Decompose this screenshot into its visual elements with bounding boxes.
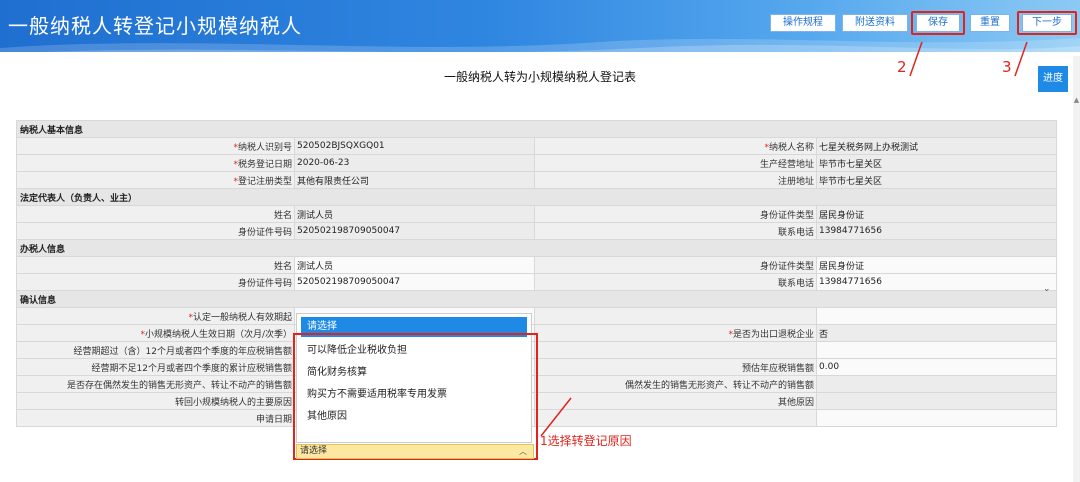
est-sales-label: 预估年应税销售额 [534,358,817,376]
attachments-button[interactable]: 附送资料 [842,14,908,32]
page-title: 一般纳税人转登记小规模纳税人 [8,14,302,38]
reset-button[interactable]: 重置 [970,14,1010,32]
reason-label: 转回小规模纳税人的主要原因 [16,392,295,410]
taxpayer-name-value: 七星关税务网上办税测试 [815,137,1058,155]
section-legal-rep: 法定代表人（负责人、业主） [15,188,1058,206]
reason-select[interactable]: 请选择 ︿ [296,444,534,459]
blank-value-2 [815,341,1058,359]
taxpayer-name-label: *纳税人名称 [534,137,817,155]
handler-phone-label: 联系电话 [534,273,817,291]
reg-address-value: 毕节市七星关区 [815,171,1058,189]
section-handler-info: 办税人信息 [15,239,1058,257]
legal-id-type-label: 身份证件类型 [534,205,817,223]
save-highlight-box [911,11,965,35]
legal-id-no-label: 身份证件号码 [16,222,295,240]
reg-date-value: 2020-06-23 [294,154,535,172]
legal-phone-label: 联系电话 [534,222,817,240]
legal-id-no-value: 520502198709050047 [294,222,535,240]
est-sales-input[interactable]: 0.00 [815,358,1058,376]
valid-period-label: *认定一般纳税人有效期起 [16,307,295,325]
handler-id-no-label: 身份证件号码 [16,273,295,291]
next-highlight-box [1017,11,1077,35]
chevron-down-icon[interactable]: ⌄ [1043,284,1051,294]
blank-label-2 [534,341,817,359]
section-basic-info: 纳税人基本信息 [15,120,1058,138]
handler-name-input[interactable]: 测试人员 [294,256,535,274]
sales12-label: 经营期超过（含）12个月或者四个季度的年应税销售额 [16,341,295,359]
scroll-up-icon[interactable]: ▲ [1073,96,1080,104]
handler-id-type-label: 身份证件类型 [534,256,817,274]
operation-rules-button[interactable]: 操作规程 [770,14,836,32]
occasional-amount-label: 偶然发生的销售无形资产、转让不动产的销售额 [534,375,817,393]
reg-type-value: 其他有限责任公司 [294,171,535,189]
reg-date-label: *税务登记日期 [16,154,295,172]
blank-value-1 [815,307,1058,325]
taxpayer-id-label: *纳税人识别号 [16,137,295,155]
chevron-up-icon: ︿ [519,447,527,456]
reg-address-label: 注册地址 [534,171,817,189]
occasional-label: 是否存在偶然发生的销售无形资产、转让不动产的销售额 [16,375,295,393]
handler-name-label: 姓名 [16,256,295,274]
legal-phone-value: 13984771656 [815,222,1058,240]
legal-id-type-value: 居民身份证 [815,205,1058,223]
occasional-amount-input[interactable] [815,375,1058,393]
annotation-step1-text: 1选择转登记原因 [540,434,632,448]
form-title: 一般纳税人转为小规模纳税人登记表 [443,70,636,84]
handler-id-type-select[interactable]: 居民身份证 [815,256,1058,274]
export-value[interactable]: 否 [815,324,1058,342]
blank-value-3 [815,409,1058,427]
legal-name-value: 测试人员 [294,205,535,223]
sales-lt12-label: 经营期不足12个月或者四个季度的累计应税销售额 [16,358,295,376]
taxpayer-id-value: 520502BJSQXGQ01 [294,137,535,155]
dropdown-highlight-box [293,333,538,460]
biz-address-label: 生产经营地址 [534,154,817,172]
export-label: *是否为出口退税企业 [534,324,817,342]
biz-address-value: 毕节市七星关区 [815,154,1058,172]
effective-date-label: *小规模纳税人生效日期（次月/次季） [16,324,295,342]
progress-button[interactable]: 进度 [1038,66,1068,92]
apply-date-label: 申请日期 [16,409,295,427]
scrollbar[interactable]: ▲ [1073,56,1080,482]
reg-type-label: *登记注册类型 [16,171,295,189]
handler-phone-input[interactable]: 13984771656 [815,273,1058,291]
blank-label-1 [534,307,817,325]
legal-name-label: 姓名 [16,205,295,223]
section-confirm-info: 确认信息 [15,290,1058,308]
other-reason-input[interactable] [815,392,1058,410]
handler-id-no-input[interactable]: 520502198709050047 [294,273,535,291]
